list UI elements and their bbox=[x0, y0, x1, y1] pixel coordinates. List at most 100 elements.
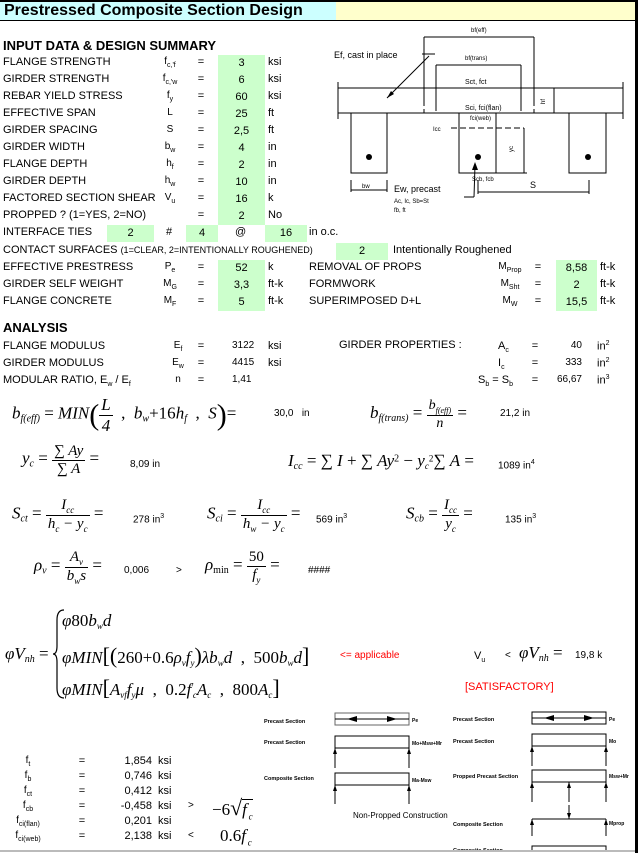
analysis-symbol: Ef bbox=[173, 340, 183, 353]
input-label: FACTORED SECTION SHEAR bbox=[3, 192, 156, 204]
load-unit: ft-k bbox=[600, 295, 616, 307]
load-value-field[interactable]: 3,3 bbox=[218, 277, 265, 294]
stress-unit: ksi bbox=[158, 755, 172, 767]
load-value-field[interactable]: 8,58 bbox=[556, 260, 597, 277]
sct-value: 278 in3 bbox=[133, 513, 164, 525]
stress-symbol: fb bbox=[24, 770, 32, 783]
input-value-field[interactable]: 10 bbox=[218, 174, 265, 191]
girder-prop-unit: in2 bbox=[597, 357, 610, 370]
input-unit: ksi bbox=[268, 73, 282, 85]
stress-unit: ksi bbox=[158, 800, 172, 812]
propped-stage-label: Propped Precast Section bbox=[453, 774, 519, 780]
status-badge: [SATISFACTORY] bbox=[465, 681, 554, 693]
load-symbol-sub: F bbox=[172, 301, 177, 308]
stress-value: 0,201 bbox=[124, 815, 152, 827]
contact-surface-input[interactable]: 2 bbox=[336, 243, 388, 260]
load-value-field[interactable]: 52 bbox=[218, 260, 265, 277]
girder-left bbox=[350, 112, 388, 174]
stress-symbol-sub: ct bbox=[26, 791, 33, 798]
interface-ties-label: INTERFACE TIES bbox=[3, 226, 93, 238]
input-value-field[interactable]: 2 bbox=[218, 157, 265, 174]
yc-formula: yc = ∑ Ay ∑ A = bbox=[22, 443, 100, 477]
input-label: GIRDER STRENGTH bbox=[3, 73, 110, 85]
input-value-field[interactable]: 60 bbox=[218, 89, 265, 106]
equals-sign: = bbox=[197, 175, 205, 187]
sci-number: 569 bbox=[316, 514, 333, 526]
input-symbol: hw bbox=[164, 175, 176, 188]
girder-props-heading: GIRDER PROPERTIES : bbox=[339, 339, 462, 351]
equals-sign: = bbox=[197, 340, 205, 352]
at-symbol: @ bbox=[235, 226, 247, 238]
load-value-field[interactable]: 5 bbox=[218, 294, 265, 311]
equals-sign: = bbox=[197, 192, 205, 204]
analysis-unit: ksi bbox=[268, 357, 282, 369]
input-label: FLANGE DEPTH bbox=[3, 158, 88, 170]
phi-vnh-case-2: φMIN[(260+0.6ρvfy)λbwd , 500bwd] bbox=[62, 643, 310, 669]
load-value-field[interactable]: 2 bbox=[556, 277, 597, 294]
input-symbol: Vu bbox=[164, 192, 176, 205]
girder-props-label-2: fb, ft bbox=[394, 208, 406, 214]
non-propped-stage-label: Precast Section bbox=[264, 740, 306, 746]
girder-prop-symbol: Sb = Sb bbox=[478, 374, 514, 389]
sci-exp: 3 bbox=[343, 513, 348, 520]
input-value-field[interactable]: 16 bbox=[218, 191, 265, 208]
fci-web-label: fci(web) bbox=[470, 116, 491, 122]
ties-count-input[interactable]: 2 bbox=[107, 225, 154, 242]
load-symbol: MF bbox=[163, 295, 177, 308]
propped-moment-label: Msw+Mr bbox=[609, 774, 629, 780]
equals-sign: = bbox=[534, 295, 542, 307]
bf-trans-formula: bf(trans) = bf(eff) n = bbox=[370, 398, 467, 431]
equals-sign: = bbox=[197, 107, 205, 119]
input-value-field[interactable]: 2,5 bbox=[218, 123, 265, 140]
equals-sign: = bbox=[534, 278, 542, 290]
stress-symbol: ft bbox=[25, 755, 31, 768]
load-unit: ft-k bbox=[600, 261, 616, 273]
analysis-label: GIRDER MODULUS bbox=[3, 357, 104, 369]
stress-compare: > bbox=[188, 800, 194, 811]
stress-symbol: fct bbox=[23, 785, 33, 798]
load-unit: k bbox=[268, 261, 274, 273]
load-value-field[interactable]: 15,5 bbox=[556, 294, 597, 311]
bf-trans-number: 21,2 bbox=[500, 408, 520, 419]
input-value-field[interactable]: 25 bbox=[218, 106, 265, 123]
stress-unit: ksi bbox=[158, 815, 172, 827]
equals-sign: = bbox=[531, 357, 539, 369]
cross-section-diagram: bf(eff) bf(trans) Ef, cast in place Sct,… bbox=[334, 28, 624, 214]
rho-compare: > bbox=[176, 565, 182, 576]
load-label: FORMWORK bbox=[309, 278, 376, 290]
icc-number: 1089 bbox=[498, 460, 521, 472]
contact-note: (1=CLEAR, 2=INTENTIONALLY ROUGHENED) bbox=[120, 245, 313, 255]
stress-compare: < bbox=[188, 830, 194, 841]
non-propped-moment-label: Mo+Msw+Mr bbox=[412, 741, 442, 747]
input-symbol-sub: u bbox=[171, 198, 176, 205]
load-symbol-sub: G bbox=[171, 284, 177, 291]
input-unit: ksi bbox=[268, 56, 282, 68]
equals-sign: = bbox=[78, 815, 86, 827]
input-unit: ft bbox=[268, 124, 275, 136]
equals-sign: = bbox=[197, 124, 205, 136]
input-value-field[interactable]: 6 bbox=[218, 72, 265, 89]
input-label: GIRDER WIDTH bbox=[3, 141, 85, 153]
propped-moment-label: Mo bbox=[609, 739, 616, 745]
girder-prop-value: 40 bbox=[570, 340, 582, 351]
equals-sign: = bbox=[197, 357, 205, 369]
phi-vnh-number: 19,8 bbox=[575, 650, 595, 661]
input-value-field[interactable]: 4 bbox=[218, 140, 265, 157]
load-symbol: MSht bbox=[500, 278, 520, 291]
input-value-field[interactable]: 3 bbox=[218, 55, 265, 72]
tie-bar-size-input[interactable]: 4 bbox=[186, 225, 218, 242]
girder-right bbox=[568, 112, 607, 174]
equals-sign: = bbox=[78, 755, 86, 767]
tie-spacing-input[interactable]: 16 bbox=[265, 225, 307, 242]
girder-prop-value: 66,67 bbox=[556, 374, 582, 385]
input-symbol-sub: f bbox=[171, 164, 174, 171]
rho-min-value: #### bbox=[308, 565, 331, 576]
analysis-symbol-sub: f bbox=[180, 346, 183, 353]
non-propped-stage-label: Precast Section bbox=[264, 719, 306, 725]
phi-vnh-rhs: φVnh = bbox=[519, 643, 563, 665]
girder-props-label-1: Ac, Ic, Sb=St bbox=[394, 199, 429, 205]
load-symbol-sub: W bbox=[510, 301, 518, 308]
sct-number: 278 bbox=[133, 514, 150, 526]
yc-unit: in bbox=[152, 459, 161, 470]
input-value-field[interactable]: 2 bbox=[218, 208, 265, 225]
